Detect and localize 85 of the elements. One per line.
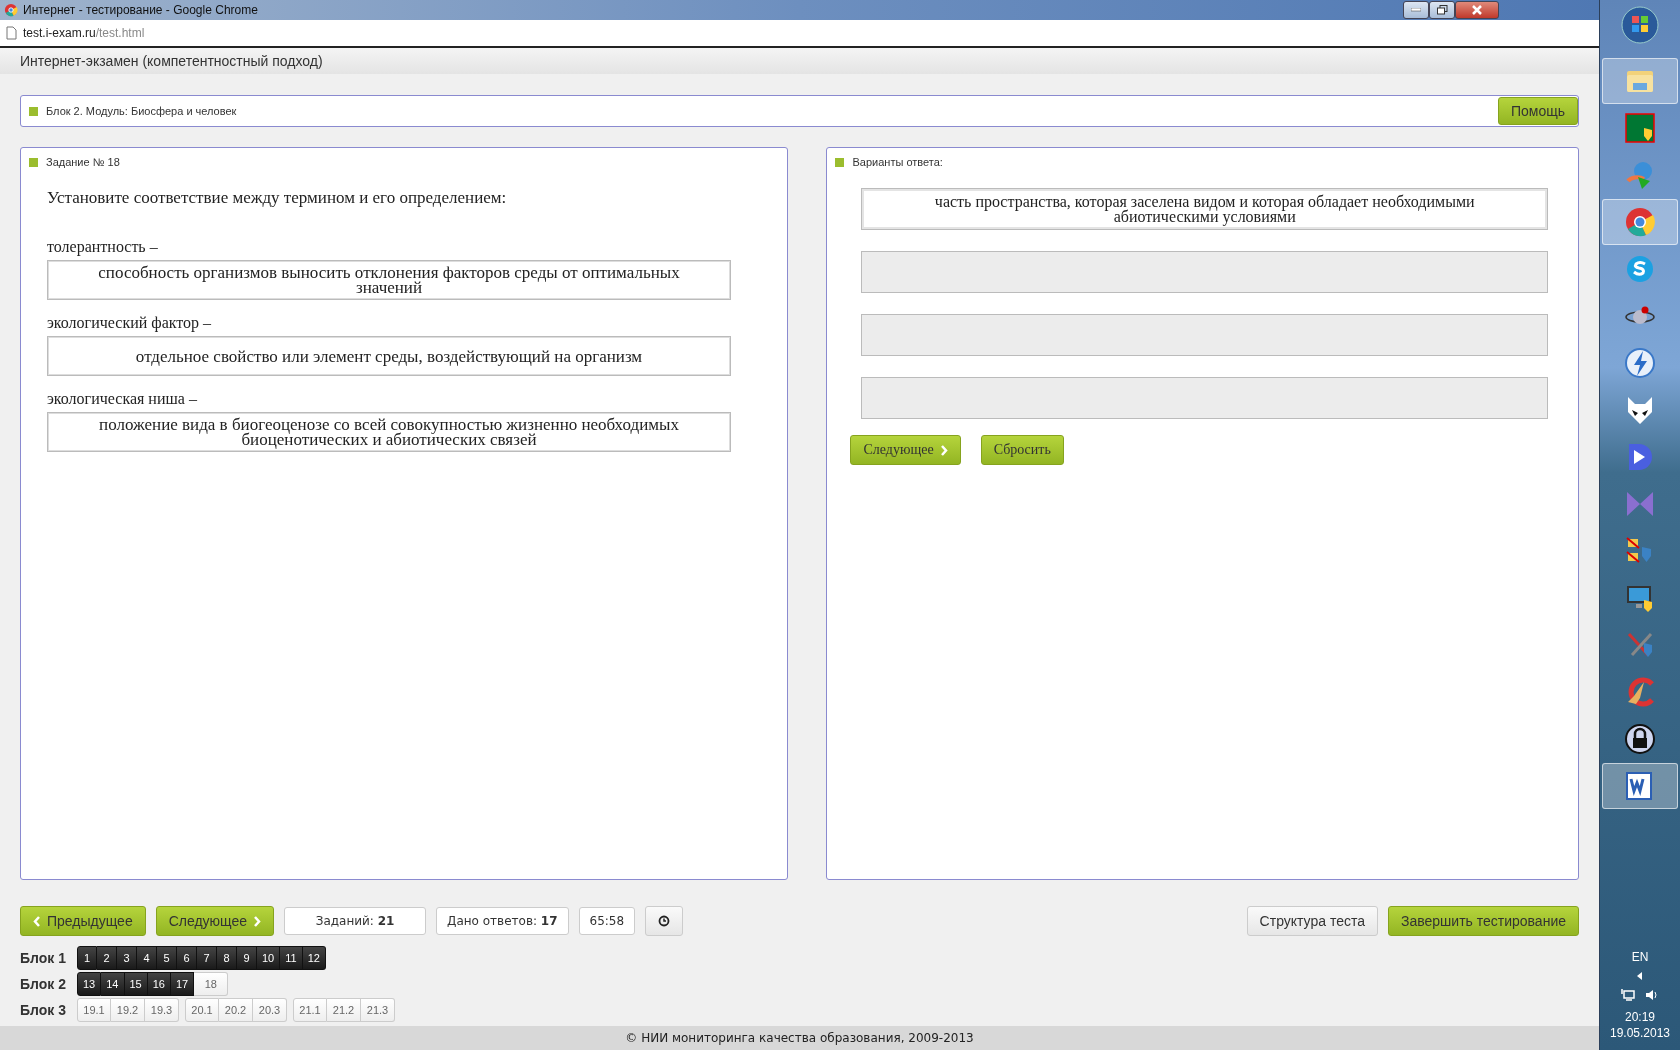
taskbar-item[interactable] xyxy=(1602,763,1678,809)
network-icon[interactable] xyxy=(1621,988,1635,1002)
question-number-button[interactable]: 1 xyxy=(77,945,97,970)
clock-button[interactable] xyxy=(645,906,684,936)
block-label: Блок 2 xyxy=(20,975,67,992)
question-number-button[interactable]: 7 xyxy=(197,945,217,970)
question-number-button[interactable]: 10 xyxy=(257,945,281,970)
question-number-button[interactable]: 6 xyxy=(177,945,197,970)
next-button[interactable]: Следующее xyxy=(155,906,275,936)
question-number-button[interactable]: 15 xyxy=(124,971,148,996)
question-number-button[interactable]: 5 xyxy=(157,945,177,970)
browser-icon xyxy=(1624,206,1656,238)
question-number-button[interactable]: 20.3 xyxy=(253,997,287,1022)
question-number-button[interactable]: 21.2 xyxy=(327,997,361,1022)
url-host: test.i-exam.ru xyxy=(23,26,96,40)
chevron-right-icon xyxy=(939,444,948,456)
question-number-button[interactable]: 12 xyxy=(302,945,326,970)
language-indicator[interactable]: EN xyxy=(1631,950,1649,964)
term-text: экологический фактор – xyxy=(47,314,213,332)
question-number-button[interactable]: 19.2 xyxy=(111,997,145,1022)
lightning-icon xyxy=(1624,347,1656,379)
chevron-right-icon xyxy=(253,915,262,927)
browser-icon xyxy=(4,3,18,17)
question-text: Установите соответствие между термином и его определением: xyxy=(47,188,508,208)
question-number-button[interactable]: 8 xyxy=(217,945,237,970)
speaker-icon[interactable] xyxy=(1645,988,1659,1002)
minimize-button[interactable] xyxy=(1403,1,1429,19)
question-number-button[interactable]: 17 xyxy=(171,971,195,996)
window-title: Интернет - тестирование - Google Chrome xyxy=(23,3,259,17)
term-text: экологическая ниша – xyxy=(47,390,198,408)
header-title: Интернет-экзамен (компетентностный подход) xyxy=(20,53,323,69)
structure-button[interactable]: Структура теста xyxy=(1246,906,1378,936)
finish-button[interactable]: Завершить тестирование xyxy=(1388,906,1579,936)
timer: 65:58 xyxy=(578,907,636,935)
help-button[interactable]: Помощь xyxy=(1497,97,1578,125)
close-icon xyxy=(1471,5,1483,15)
url-path: /test.html xyxy=(95,26,145,40)
lock-icon xyxy=(1624,723,1656,755)
question-number-button[interactable]: 19.3 xyxy=(145,997,179,1022)
square-icon xyxy=(29,106,38,116)
square-icon xyxy=(835,157,845,167)
page-icon xyxy=(6,26,17,40)
question-number-button[interactable]: 3 xyxy=(117,945,137,970)
question-number-button[interactable]: 2 xyxy=(97,945,117,970)
question-number-button[interactable]: 21.1 xyxy=(293,997,327,1022)
chevron-left-icon xyxy=(33,915,41,927)
definition-slot[interactable]: способность организмов выносить отклонения факторов среды от оптимальных значений xyxy=(47,260,731,300)
reset-button[interactable]: Сбросить xyxy=(980,435,1064,465)
close-button[interactable] xyxy=(1455,1,1499,19)
answer-option[interactable]: часть пространства, которая заселена видом и которая обладает необходимыми абиотическими условиями xyxy=(861,188,1548,230)
question-number-button[interactable]: 14 xyxy=(101,971,125,996)
minimize-icon xyxy=(1411,8,1421,12)
question-number-button[interactable]: 11 xyxy=(280,945,303,970)
square-icon xyxy=(29,157,38,167)
answers-label: Варианты ответа: xyxy=(852,156,943,168)
term-text: толерантность – xyxy=(47,238,159,256)
module-title: Блок 2. Модуль: Биосфера и человек xyxy=(46,105,237,117)
task-label: Задание № 18 xyxy=(46,156,120,168)
tasks-count: Заданий: 21 xyxy=(284,907,427,935)
block-label: Блок 1 xyxy=(20,949,67,966)
clock-date[interactable]: 19.05.2013 xyxy=(1609,1026,1671,1040)
clock-icon xyxy=(658,915,671,927)
question-number-button[interactable]: 4 xyxy=(137,945,157,970)
restore-button[interactable] xyxy=(1429,1,1455,19)
question-number-button[interactable]: 19.1 xyxy=(77,997,111,1022)
question-number-button[interactable]: 20.2 xyxy=(219,997,253,1022)
question-number-button[interactable]: 16 xyxy=(147,971,171,996)
caret-icon[interactable] xyxy=(1637,972,1643,980)
definition-slot[interactable]: отдельное свойство или элемент среды, воздействующий на организм xyxy=(47,336,731,376)
clock-time[interactable]: 20:19 xyxy=(1625,1010,1655,1024)
question-number-button[interactable]: 20.1 xyxy=(185,997,219,1022)
previous-button[interactable]: Предыдущее xyxy=(20,906,146,936)
answered-count: Дано ответов: 17 xyxy=(436,907,569,935)
question-number-button[interactable]: 13 xyxy=(77,971,102,996)
shield-app-icon xyxy=(1624,112,1656,144)
question-number-button[interactable]: 21.3 xyxy=(361,997,395,1022)
chat-app-icon xyxy=(1624,253,1656,285)
definition-slot[interactable]: положение вида в биогеоценозе со всей совокупностью жизненно необходимых биоценотических и абиотических связей xyxy=(47,412,731,452)
next-button[interactable]: Следующее xyxy=(850,435,961,465)
copyright-text: © НИИ мониторинга качества образования, 2009-2013 xyxy=(625,1031,974,1045)
question-number-button[interactable]: 9 xyxy=(237,945,257,970)
start-button-icon[interactable] xyxy=(1621,6,1659,44)
restore-icon xyxy=(1436,5,1448,15)
block-label: Блок 3 xyxy=(20,1001,67,1018)
question-number-button[interactable]: 18 xyxy=(194,971,229,996)
